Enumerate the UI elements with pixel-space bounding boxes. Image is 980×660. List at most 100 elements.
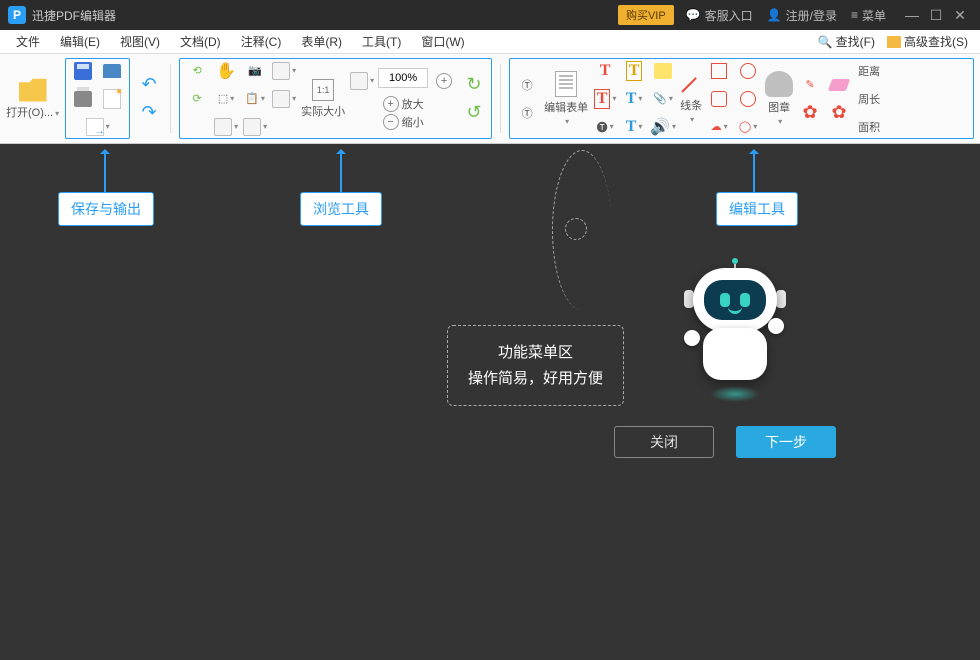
text-c-icon: T — [594, 89, 611, 109]
export-icon — [86, 118, 104, 136]
zoom-in-button[interactable]: + 放大 — [383, 96, 424, 112]
text-tool-a-button[interactable]: T — [592, 58, 618, 84]
attach-button[interactable]: 📎 — [650, 86, 676, 112]
stamp-button[interactable]: 图章 — [765, 71, 793, 126]
doc-tool2-icon — [243, 118, 261, 136]
close-window-button[interactable]: ✕ — [948, 7, 972, 24]
form-edit-icon — [555, 71, 577, 97]
highlight-button[interactable]: T — [621, 86, 647, 112]
maximize-button[interactable]: ☐ — [924, 7, 948, 24]
perimeter-button[interactable]: 周长 — [856, 86, 882, 112]
layout-icon — [272, 90, 290, 108]
scan-button[interactable] — [99, 58, 125, 84]
distance-button[interactable]: 距离 — [856, 58, 882, 84]
undo-button[interactable]: ↶ — [136, 72, 162, 98]
shape-rect-button[interactable] — [706, 58, 732, 84]
clipboard-button[interactable]: 📋 — [242, 86, 268, 112]
save-button[interactable] — [70, 58, 96, 84]
zoom-out-button[interactable]: − 缩小 — [383, 114, 424, 130]
shape-hex-button[interactable] — [706, 86, 732, 112]
zoom-in-icon: + — [383, 96, 399, 112]
menu-tools[interactable]: 工具(T) — [352, 33, 411, 50]
text-tool-c-button[interactable]: T — [592, 86, 618, 112]
buy-vip-button[interactable]: 购买VIP — [618, 5, 674, 25]
menu-document[interactable]: 文档(D) — [170, 33, 231, 50]
menu-view[interactable]: 视图(V) — [110, 33, 170, 50]
guide-close-button[interactable]: 关闭 — [614, 426, 714, 458]
print-button[interactable] — [70, 86, 96, 112]
zoom-out-icon: − — [383, 114, 399, 130]
sticky-note-button[interactable] — [650, 58, 676, 84]
lines-button[interactable]: 线条 — [680, 73, 702, 124]
more-browse-button[interactable] — [213, 114, 239, 140]
save-output-group — [65, 58, 130, 139]
fit-option-button[interactable] — [349, 68, 375, 94]
toolbar-ribbon: 打开(O)... ↶ ↷ ⟲ ✋ 📷 — [0, 54, 980, 144]
text-tool-d-button[interactable]: 🅣 — [592, 114, 618, 140]
shape-blob-button[interactable]: ◯ — [735, 114, 761, 140]
rotate-cw-icon: ↻ — [467, 74, 482, 95]
menu-bar: 文件 编辑(E) 视图(V) 文档(D) 注释(C) 表单(R) 工具(T) 窗… — [0, 30, 980, 54]
hand-tool-button[interactable]: ✋ — [213, 58, 239, 84]
zoom-input[interactable] — [378, 68, 428, 88]
advanced-find-button[interactable]: 高级查找(S) — [881, 33, 974, 50]
minimize-button[interactable]: ― — [900, 7, 924, 23]
snapshot-button[interactable]: 📷 — [242, 58, 268, 84]
login-link[interactable]: 👤注册/登录 — [767, 7, 837, 24]
menu-window[interactable]: 窗口(W) — [411, 33, 474, 50]
puzzle2-icon: ✿ — [832, 102, 847, 123]
shape-circle-button[interactable] — [735, 58, 761, 84]
hand-icon: ✋ — [216, 61, 236, 81]
text-tool-b-button[interactable]: T — [621, 58, 647, 84]
zoom-step-in-button[interactable]: + — [431, 68, 457, 94]
page-display-button[interactable] — [271, 58, 297, 84]
menu-file[interactable]: 文件 — [6, 33, 50, 50]
arrow-right-icon: ⟳ — [192, 92, 201, 105]
refresh-cw-button[interactable]: ↻ — [461, 72, 487, 98]
area-button[interactable]: 面积 — [856, 114, 882, 140]
eraser-icon — [828, 79, 850, 91]
main-menu-button[interactable]: ≡菜单 — [851, 7, 886, 24]
camera-icon: 📷 — [248, 64, 262, 77]
more-browse2-button[interactable] — [242, 114, 268, 140]
text-select-button[interactable]: Ⓣ — [514, 72, 540, 98]
puzzle1-button[interactable]: ✿ — [797, 100, 823, 126]
menu-edit[interactable]: 编辑(E) — [50, 33, 110, 50]
callout-browse-tools: 浏览工具 — [300, 192, 382, 226]
open-button[interactable]: 打开(O)... — [6, 58, 59, 139]
pencil-button[interactable]: ✎ — [797, 72, 823, 98]
support-link[interactable]: 💬客服入口 — [686, 7, 753, 24]
line-icon — [680, 73, 702, 95]
find-button[interactable]: 🔍 查找(F) — [812, 33, 881, 50]
new-doc-button[interactable] — [99, 86, 125, 112]
shape-penta-button[interactable] — [735, 86, 761, 112]
refresh-ccw-button[interactable]: ↺ — [461, 100, 487, 126]
next-view-button[interactable]: ⟳ — [184, 86, 210, 112]
redo-button[interactable]: ↷ — [136, 100, 162, 126]
arrow-left-icon: ⟲ — [192, 64, 201, 77]
history-group: ↶ ↷ — [136, 58, 162, 139]
penta-icon — [740, 91, 756, 107]
text-tool-e-button[interactable]: T — [621, 114, 647, 140]
fit-icon — [350, 72, 368, 90]
cursor-icon: ⬚ — [218, 92, 228, 105]
sticky-note-icon — [654, 63, 672, 79]
page-layout-button[interactable] — [271, 86, 297, 112]
shape-cloud-button[interactable]: ☁ — [706, 114, 732, 140]
eraser-button[interactable] — [826, 72, 852, 98]
select-tool-button[interactable]: ⬚ — [213, 86, 239, 112]
menu-form[interactable]: 表单(R) — [291, 33, 352, 50]
callout-edit-tools: 编辑工具 — [716, 192, 798, 226]
prev-view-button[interactable]: ⟲ — [184, 58, 210, 84]
export-button[interactable] — [85, 114, 111, 140]
guide-next-button[interactable]: 下一步 — [736, 426, 836, 458]
clipboard-icon: 📋 — [245, 92, 259, 105]
audio-button[interactable]: 🔊 — [650, 114, 676, 140]
puzzle2-button[interactable]: ✿ — [826, 100, 852, 126]
actual-size-button[interactable]: 1:1 实际大小 — [301, 79, 345, 119]
app-title: 迅捷PDF编辑器 — [32, 7, 116, 24]
edit-form-button[interactable]: 编辑表单 — [544, 71, 588, 126]
menu-comment[interactable]: 注释(C) — [231, 33, 292, 50]
blob-icon: ◯ — [739, 120, 751, 133]
text-select2-button[interactable]: Ⓣ — [514, 100, 540, 126]
